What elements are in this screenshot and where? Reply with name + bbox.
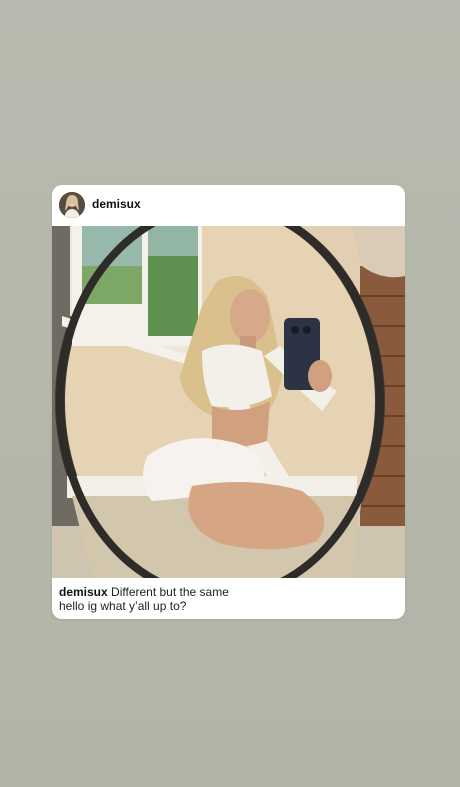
caption-text-1: Different but the same — [111, 585, 229, 599]
shared-post-card[interactable]: demisux demisux Different but the same h… — [52, 185, 405, 619]
post-photo — [52, 226, 405, 578]
post-header: demisux — [52, 185, 405, 226]
caption-username[interactable]: demisux — [59, 585, 108, 599]
avatar-image — [59, 192, 85, 218]
post-username[interactable]: demisux — [92, 197, 141, 211]
post-caption: demisux Different but the same hello ig … — [59, 585, 399, 613]
caption-line-1: demisux Different but the same — [59, 585, 399, 599]
caption-line-2: hello ig what y’all up to? — [59, 599, 187, 613]
mirror-selfie-image — [52, 226, 405, 578]
avatar[interactable] — [59, 192, 85, 218]
